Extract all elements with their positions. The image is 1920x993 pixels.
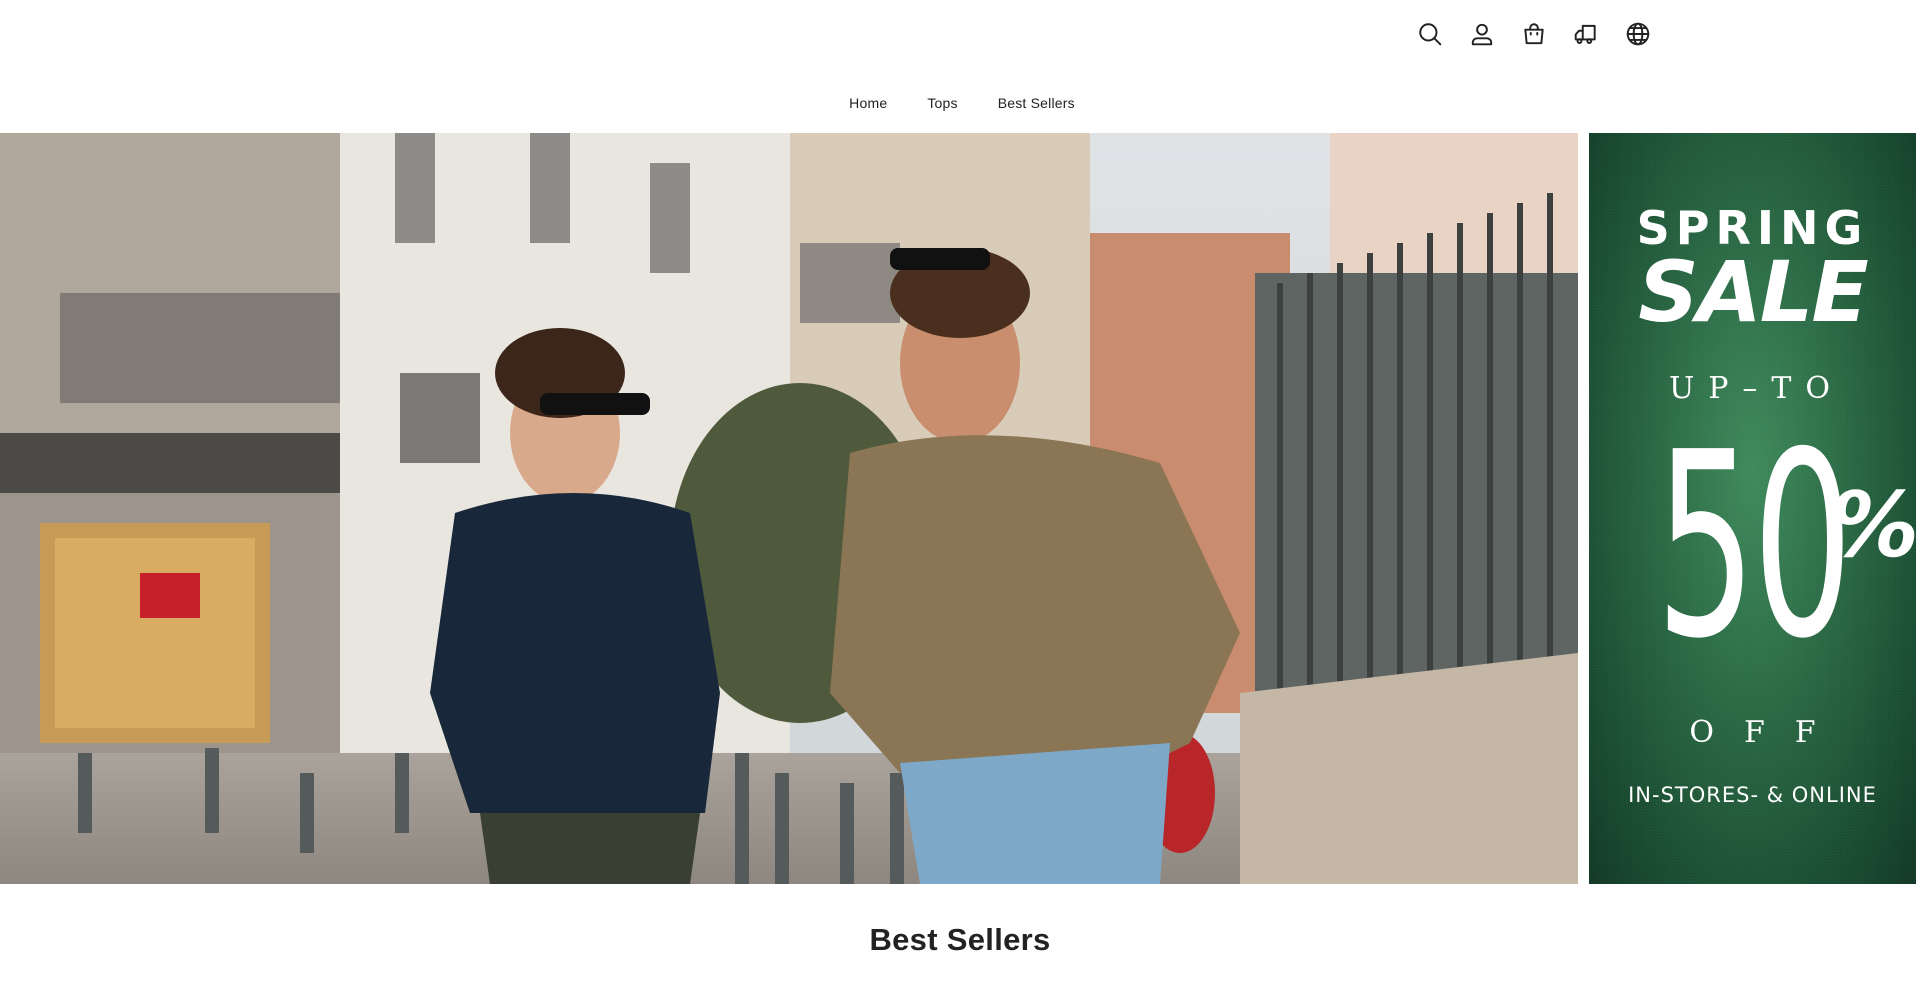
nav-item-best-sellers[interactable]: Best Sellers bbox=[998, 95, 1075, 111]
promo-discount-number: 50 bbox=[1655, 398, 1853, 695]
search-icon[interactable] bbox=[1414, 18, 1446, 50]
spring-sale-promo[interactable]: SPRING SALE UP–TO 50 % OFF IN-STORES- & … bbox=[1589, 133, 1916, 884]
hero-banner-image[interactable] bbox=[0, 133, 1578, 884]
header-icons bbox=[1414, 18, 1654, 50]
delivery-truck-icon[interactable] bbox=[1570, 18, 1602, 50]
site-header: Home Tops Best Sellers bbox=[0, 0, 1920, 133]
nav-item-home[interactable]: Home bbox=[849, 95, 887, 111]
main-nav: Home Tops Best Sellers bbox=[0, 95, 1920, 111]
promo-sale-text: SALE bbox=[1638, 243, 1868, 341]
best-sellers-heading: Best Sellers bbox=[869, 922, 1051, 957]
promo-off-text: OFF bbox=[1689, 715, 1846, 750]
shopping-bag-icon[interactable] bbox=[1518, 18, 1550, 50]
nav-item-tops[interactable]: Tops bbox=[927, 95, 957, 111]
globe-icon[interactable] bbox=[1622, 18, 1654, 50]
promo-channels-text: IN-STORES- & ONLINE bbox=[1628, 783, 1877, 807]
account-icon[interactable] bbox=[1466, 18, 1498, 50]
